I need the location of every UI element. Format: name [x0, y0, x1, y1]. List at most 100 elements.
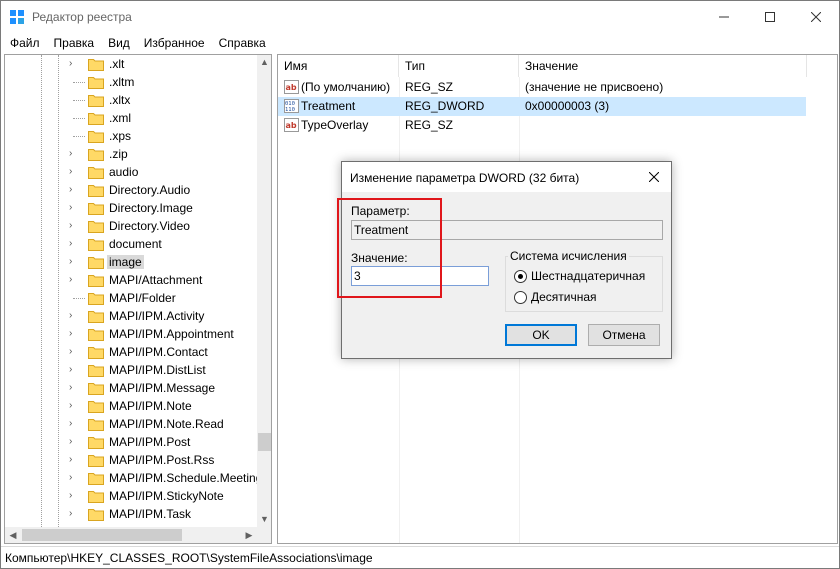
- tree-item[interactable]: › MAPI/Attachment: [5, 271, 255, 289]
- menu-help[interactable]: Справка: [212, 33, 273, 53]
- chevron-right-icon[interactable]: ›: [69, 220, 79, 232]
- title-bar[interactable]: Редактор реестра: [1, 1, 839, 33]
- folder-icon: [88, 453, 104, 467]
- tree-item[interactable]: › Directory.Image: [5, 199, 255, 217]
- tree-item[interactable]: › MAPI/IPM.Post: [5, 433, 255, 451]
- scroll-up-icon[interactable]: ▲: [257, 55, 271, 70]
- value-row[interactable]: ab (По умолчанию) REG_SZ (значение не присв…: [278, 78, 806, 97]
- tree-item[interactable]: › MAPI/IPM.DistList: [5, 361, 255, 379]
- folder-icon: [88, 183, 104, 197]
- menu-bar: Файл Правка Вид Избранное Справка: [1, 33, 839, 53]
- radio-decimal[interactable]: Десятичная: [514, 289, 597, 305]
- tree-horizontal-scrollbar[interactable]: ◀ ▶: [5, 527, 257, 543]
- menu-view[interactable]: Вид: [101, 33, 137, 53]
- menu-favorites[interactable]: Избранное: [137, 33, 212, 53]
- chevron-right-icon[interactable]: ›: [69, 238, 79, 250]
- tree-item[interactable]: › MAPI/IPM.Note.Read: [5, 415, 255, 433]
- dialog-title-bar[interactable]: Изменение параметра DWORD (32 бита): [342, 162, 671, 192]
- tree-item[interactable]: .xltm: [5, 73, 255, 91]
- scroll-right-icon[interactable]: ▶: [241, 527, 257, 543]
- close-button[interactable]: [793, 1, 839, 33]
- tree-item[interactable]: .xps: [5, 127, 255, 145]
- chevron-right-icon[interactable]: ›: [69, 184, 79, 196]
- column-header-name[interactable]: Имя: [278, 55, 399, 77]
- tree-item-label: .zip: [109, 147, 128, 161]
- chevron-right-icon[interactable]: ›: [69, 202, 79, 214]
- string-value-icon: ab: [284, 80, 299, 94]
- ok-button[interactable]: OK: [505, 324, 577, 346]
- tree-item[interactable]: .xltx: [5, 91, 255, 109]
- scroll-left-icon[interactable]: ◀: [5, 527, 21, 543]
- scroll-thumb[interactable]: [258, 433, 271, 451]
- value-row[interactable]: ab TypeOverlay REG_SZ: [278, 116, 806, 135]
- scroll-down-icon[interactable]: ▼: [257, 512, 271, 527]
- chevron-right-icon[interactable]: ›: [69, 508, 79, 520]
- chevron-right-icon[interactable]: ›: [69, 382, 79, 394]
- dialog-close-button[interactable]: [642, 167, 666, 187]
- cancel-button[interactable]: Отмена: [588, 324, 660, 346]
- chevron-right-icon[interactable]: ›: [69, 472, 79, 484]
- scroll-thumb[interactable]: [22, 529, 182, 541]
- value-row[interactable]: 010 110 Treatment REG_DWORD 0x00000003 (3): [278, 97, 806, 116]
- folder-icon: [88, 435, 104, 449]
- tree-item-label: MAPI/Attachment: [109, 273, 203, 287]
- tree-item-label: MAPI/Folder: [109, 291, 176, 305]
- chevron-right-icon[interactable]: ›: [69, 346, 79, 358]
- folder-icon: [88, 255, 104, 269]
- maximize-button[interactable]: [747, 1, 793, 33]
- tree-item[interactable]: › image: [5, 253, 255, 271]
- tree-item[interactable]: .xml: [5, 109, 255, 127]
- tree-item[interactable]: › MAPI/IPM.Message: [5, 379, 255, 397]
- tree-item-label: MAPI/IPM.Appointment: [109, 327, 234, 341]
- tree-item[interactable]: › Directory.Audio: [5, 181, 255, 199]
- minimize-icon: [719, 16, 729, 18]
- tree-item[interactable]: › MAPI/IPM.Contact: [5, 343, 255, 361]
- chevron-right-icon[interactable]: ›: [69, 364, 79, 376]
- chevron-right-icon[interactable]: ›: [69, 490, 79, 502]
- minimize-button[interactable]: [701, 1, 747, 33]
- key-tree-pane[interactable]: › .xlt .xltm .xltx .xml .xps › .zip › audio › Direc…: [4, 54, 272, 544]
- tree-item[interactable]: › MAPI/IPM.Activity: [5, 307, 255, 325]
- chevron-right-icon[interactable]: ›: [69, 418, 79, 430]
- tree-item[interactable]: › MAPI/IPM.Post.Rss: [5, 451, 255, 469]
- chevron-right-icon[interactable]: ›: [69, 310, 79, 322]
- radio-hexadecimal[interactable]: Шестнадцатеричная: [514, 268, 645, 284]
- tree-item[interactable]: MAPI/Folder: [5, 289, 255, 307]
- tree-connector: [73, 298, 85, 299]
- tree-item[interactable]: › MAPI/IPM.Appointment: [5, 325, 255, 343]
- tree-item[interactable]: › audio: [5, 163, 255, 181]
- chevron-right-icon[interactable]: ›: [69, 256, 79, 268]
- tree-item[interactable]: › Directory.Video: [5, 217, 255, 235]
- tree-item-label: MAPI/IPM.Note.Read: [109, 417, 224, 431]
- chevron-right-icon[interactable]: ›: [69, 148, 79, 160]
- chevron-right-icon[interactable]: ›: [69, 400, 79, 412]
- close-icon: [649, 172, 659, 182]
- chevron-right-icon[interactable]: ›: [69, 436, 79, 448]
- chevron-right-icon[interactable]: ›: [69, 58, 79, 70]
- tree-item-label: Directory.Video: [109, 219, 190, 233]
- tree-item[interactable]: › .xlt: [5, 55, 255, 73]
- menu-file[interactable]: Файл: [3, 33, 47, 53]
- tree-item-label: MAPI/IPM.Contact: [109, 345, 208, 359]
- radio-dec-indicator[interactable]: [514, 290, 527, 304]
- tree-vertical-scrollbar[interactable]: ▲ ▼: [257, 55, 271, 527]
- folder-icon: [88, 219, 104, 233]
- dialog-title: Изменение параметра DWORD (32 бита): [350, 171, 580, 185]
- tree-item[interactable]: › document: [5, 235, 255, 253]
- tree-item[interactable]: › .zip: [5, 145, 255, 163]
- chevron-right-icon[interactable]: ›: [69, 454, 79, 466]
- tree-item[interactable]: › MAPI/IPM.Note: [5, 397, 255, 415]
- column-header-type[interactable]: Тип: [399, 55, 519, 77]
- menu-edit[interactable]: Правка: [47, 33, 102, 53]
- tree-item[interactable]: › MAPI/IPM.Task: [5, 505, 255, 523]
- folder-icon: [88, 291, 104, 305]
- chevron-right-icon[interactable]: ›: [69, 166, 79, 178]
- tree-item[interactable]: › MAPI/IPM.StickyNote: [5, 487, 255, 505]
- chevron-right-icon[interactable]: ›: [69, 274, 79, 286]
- tree-item[interactable]: › MAPI/IPM.Schedule.Meeting: [5, 469, 262, 487]
- radio-hex-indicator[interactable]: [514, 269, 527, 283]
- column-header-value[interactable]: Значение: [519, 55, 807, 77]
- chevron-right-icon[interactable]: ›: [69, 328, 79, 340]
- folder-icon: [88, 399, 104, 413]
- tree-item-label: document: [109, 237, 162, 251]
